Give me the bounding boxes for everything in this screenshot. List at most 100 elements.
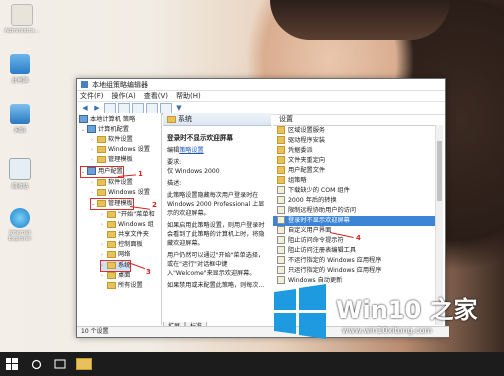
- ie-icon: [10, 208, 30, 228]
- settings-row[interactable]: 阻止访问注册表编辑工具: [273, 246, 443, 256]
- tree-item-admin-templates[interactable]: › 管理模板: [91, 155, 133, 165]
- settings-row[interactable]: 登录时不显示欢迎屏幕: [273, 216, 443, 226]
- tree-item-windows-components[interactable]: › Windows 组: [101, 220, 154, 230]
- computer-policy-icon: [79, 115, 88, 123]
- tree-item-desktop[interactable]: › 桌面: [101, 271, 130, 281]
- folder-icon: [277, 126, 285, 134]
- filter-icon[interactable]: ▼: [174, 104, 184, 113]
- tree-item-software-settings[interactable]: › 软件设置: [91, 135, 133, 145]
- settings-row-label: 区域设置服务: [288, 127, 326, 134]
- settings-row-label: 不运行指定的 Windows 应用程序: [288, 257, 382, 264]
- folder-icon: [97, 145, 106, 153]
- settings-row[interactable]: 用户配置文件: [273, 166, 443, 176]
- settings-rows: 区域设置服务驱动程序安装 凭据委派文件夹重定向 用户配置文件组策略 下载缺少的 COM…: [273, 126, 443, 286]
- taskbar-file-explorer[interactable]: [72, 352, 96, 376]
- forward-icon[interactable]: ▶: [92, 104, 102, 113]
- settings-row[interactable]: 下载缺少的 COM 组件: [273, 186, 443, 196]
- requirements: 要求: 仅 Windows 2000: [167, 159, 220, 175]
- menu-file[interactable]: 文件(F): [80, 91, 104, 101]
- column-header-setting[interactable]: 设置: [273, 113, 443, 126]
- folder-icon: [107, 240, 116, 248]
- start-button[interactable]: [0, 352, 24, 376]
- tree-item-start-menu[interactable]: › "开始"菜单和: [101, 210, 155, 220]
- settings-row-label: 自定义用户界面: [288, 227, 332, 234]
- window-title: 本地组策略编辑器: [92, 80, 148, 89]
- properties-icon[interactable]: [118, 102, 130, 114]
- policy-setting-icon: [277, 216, 285, 224]
- watermark-url: www.win10xitong.com: [342, 326, 433, 335]
- tree-item-system[interactable]: › 系统: [99, 260, 132, 272]
- description-p1: 此策略设置隐藏每次用户登录时在 Windows 2000 Professiona…: [167, 192, 265, 217]
- watermark: Win10 之家 www.win10xitong.com: [270, 282, 504, 352]
- folder-icon: [107, 261, 116, 269]
- settings-row-label: 阻止访问注册表编辑工具: [288, 247, 357, 254]
- policy-setting-icon: [277, 186, 285, 194]
- settings-row[interactable]: 不运行指定的 Windows 应用程序: [273, 256, 443, 266]
- tree-item-user-admin-templates[interactable]: ⌄ 管理模板: [90, 198, 134, 210]
- settings-row[interactable]: 组策略: [273, 176, 443, 186]
- task-view-button[interactable]: [48, 352, 72, 376]
- back-icon[interactable]: ◀: [80, 104, 90, 113]
- folder-icon: [97, 188, 106, 196]
- desktop-icon-recycle-bin[interactable]: 回收站: [0, 158, 40, 190]
- tree-item-user-windows-settings[interactable]: › Windows 设置: [91, 188, 150, 198]
- export-list-icon[interactable]: [132, 102, 144, 114]
- desktop-icon-admin[interactable]: Administra...: [2, 4, 42, 34]
- folder-icon: [97, 178, 106, 186]
- policy-setting-icon: [277, 236, 285, 244]
- annotation-1: 1: [138, 170, 143, 178]
- tree-item-windows-settings[interactable]: › Windows 设置: [91, 145, 150, 155]
- menu-view[interactable]: 查看(V): [144, 91, 168, 101]
- tree-item-computer-config[interactable]: ⌄ 计算机配置: [81, 125, 129, 135]
- folder-icon: [277, 156, 285, 164]
- tree-item-all-settings[interactable]: 所有设置: [101, 281, 143, 291]
- window-titlebar[interactable]: 本地组策略编辑器: [77, 79, 445, 91]
- policy-tree: 本地计算机 策略 ⌄ 计算机配置 › 软件设置 › Windows 设置 › 管理模板 …: [77, 113, 162, 325]
- search-icon: [31, 359, 41, 369]
- settings-row-label: 限制远程协助用户的访问: [288, 207, 357, 214]
- desktop-icon-this-pc[interactable]: 此电脑: [0, 54, 40, 84]
- computer-config-icon: [87, 125, 96, 133]
- help-icon[interactable]: [146, 102, 158, 114]
- settings-row[interactable]: 区域设置服务: [273, 126, 443, 136]
- tree-item-network[interactable]: › 网络: [101, 250, 130, 260]
- gpedit-app-icon: [81, 81, 88, 88]
- recycle-bin-icon: [9, 158, 31, 180]
- folder-icon: [277, 136, 285, 144]
- settings-row-label: 用户配置文件: [288, 167, 326, 174]
- settings-row[interactable]: 只运行指定的 Windows 应用程序: [273, 266, 443, 276]
- tree-item-shared-folders[interactable]: 共享文件夹: [101, 230, 149, 240]
- folder-icon: [167, 115, 176, 123]
- settings-row[interactable]: 2000 年后的转换: [273, 196, 443, 206]
- folder-icon: [107, 210, 116, 218]
- tree-item-user-software-settings[interactable]: › 软件设置: [91, 178, 133, 188]
- folder-icon: [107, 230, 116, 238]
- settings-row-label: 2000 年后的转换: [288, 197, 337, 204]
- edit-policy-link[interactable]: 策略设置: [179, 147, 203, 154]
- edit-line: 编辑策略设置: [167, 147, 204, 154]
- desktop-icon-ie[interactable]: Internet Explorer: [0, 208, 40, 242]
- folder-icon: [107, 281, 116, 289]
- scrollbar-thumb[interactable]: [437, 141, 442, 201]
- tree-item-user-config[interactable]: ⌄ 用户配置: [80, 166, 124, 178]
- win10-logo-icon: [274, 284, 326, 339]
- menu-action[interactable]: 操作(A): [112, 91, 136, 101]
- settings-row[interactable]: 驱动程序安装: [273, 136, 443, 146]
- menu-help[interactable]: 帮助(H): [176, 91, 201, 101]
- folder-icon: [76, 358, 92, 370]
- desktop-icon-network[interactable]: 网络: [0, 104, 40, 134]
- user-config-icon: [87, 167, 96, 175]
- tree-item-control-panel[interactable]: › 控制面板: [101, 240, 143, 250]
- settings-row-label: 凭据委派: [288, 147, 313, 154]
- tree-root[interactable]: 本地计算机 策略: [79, 115, 135, 125]
- show-tree-icon[interactable]: [104, 102, 116, 114]
- settings-row[interactable]: 文件夹重定向: [273, 156, 443, 166]
- policy-setting-icon: [277, 246, 285, 254]
- settings-row[interactable]: 凭据委派: [273, 146, 443, 156]
- folder-icon: [97, 135, 106, 143]
- settings-row-label: 下载缺少的 COM 组件: [288, 187, 350, 194]
- show-hide-icon[interactable]: [160, 102, 172, 114]
- folder-icon: [107, 250, 116, 258]
- search-button[interactable]: [24, 352, 48, 376]
- settings-row[interactable]: 限制远程协助用户的访问: [273, 206, 443, 216]
